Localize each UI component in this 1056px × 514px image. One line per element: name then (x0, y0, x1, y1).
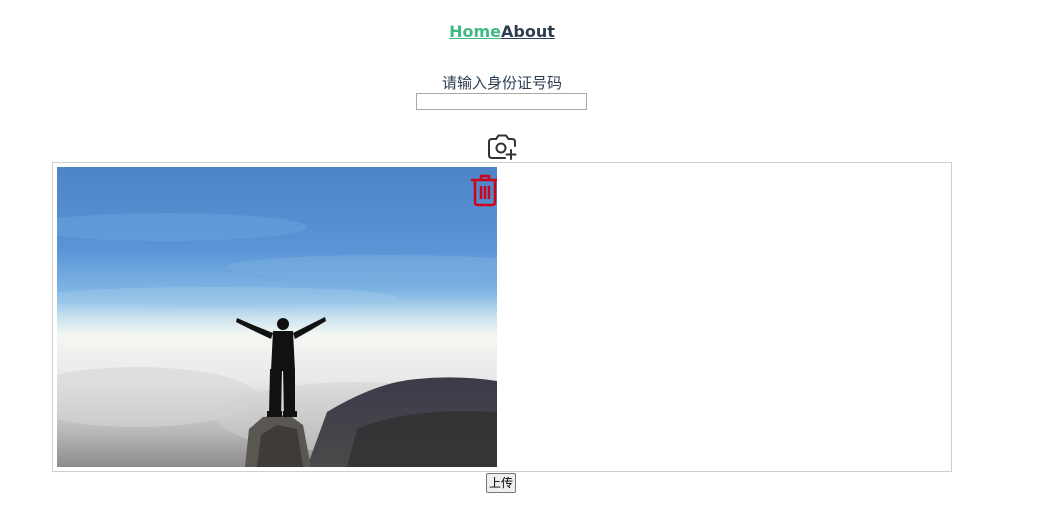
nav-about-link[interactable]: About (501, 22, 555, 41)
id-number-input[interactable] (416, 93, 587, 110)
app-root: HomeAbout 请输入身份证号码 上传 (0, 0, 1056, 514)
nav-bar: HomeAbout (0, 22, 1004, 42)
nav-home-link[interactable]: Home (449, 22, 501, 41)
image-preview-box (52, 162, 952, 472)
trash-icon[interactable] (470, 174, 497, 208)
uploaded-photo (57, 167, 497, 467)
camera-add-icon[interactable] (487, 133, 517, 161)
upload-button[interactable]: 上传 (486, 473, 517, 493)
id-number-label: 请输入身份证号码 (441, 74, 562, 92)
